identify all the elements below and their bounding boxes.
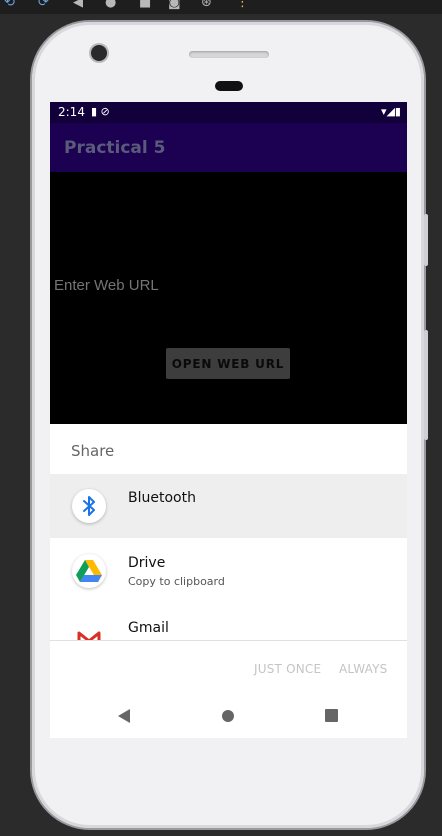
status-bar: 2:14 ▮ ⊘ ▾◢▮ xyxy=(50,102,407,123)
navigation-bar xyxy=(50,694,407,738)
open-web-url-button[interactable]: OPEN WEB URL xyxy=(166,348,290,379)
status-time: 2:14 xyxy=(58,105,85,119)
share-item-label: Bluetooth xyxy=(128,490,196,506)
main-content: OPEN WEB URL xyxy=(50,172,407,424)
back-icon[interactable]: ◀ xyxy=(73,0,83,10)
share-sheet: Share Bluetooth Drive Copy to clipboard xyxy=(50,424,407,738)
volume-button[interactable] xyxy=(424,214,428,266)
url-input[interactable] xyxy=(54,277,253,294)
rotate-right-icon[interactable]: ⟳ xyxy=(38,0,49,10)
rotate-left-icon[interactable]: ⟲ xyxy=(4,0,15,10)
share-item-sublabel: Copy to clipboard xyxy=(128,575,225,588)
share-item-gmail[interactable]: Gmail xyxy=(50,602,407,640)
share-item-bluetooth[interactable]: Bluetooth xyxy=(50,474,407,538)
more-icon[interactable]: ⋮ xyxy=(236,0,249,10)
share-item-label: Drive xyxy=(128,555,166,571)
front-camera xyxy=(91,45,107,61)
nav-recents-icon[interactable] xyxy=(325,709,338,722)
nav-home-icon[interactable] xyxy=(221,709,235,723)
nav-back-icon[interactable] xyxy=(117,709,131,723)
bluetooth-icon xyxy=(72,489,106,523)
power-button[interactable] xyxy=(424,330,428,440)
google-drive-icon xyxy=(72,554,106,588)
app-bar: Practical 5 xyxy=(50,123,407,172)
share-item-drive[interactable]: Drive Copy to clipboard xyxy=(50,538,407,602)
earpiece-speaker xyxy=(189,51,269,58)
gmail-icon xyxy=(72,622,106,640)
just-once-button[interactable]: JUST ONCE xyxy=(254,662,321,676)
divider xyxy=(50,640,407,641)
overview-icon[interactable]: ■ xyxy=(139,0,151,10)
share-item-label: Gmail xyxy=(128,620,169,636)
home-icon[interactable]: ● xyxy=(105,0,116,10)
device-screen: 2:14 ▮ ⊘ ▾◢▮ Practical 5 OPEN WEB URL Sh… xyxy=(50,102,407,738)
always-button[interactable]: ALWAYS xyxy=(339,662,387,676)
signal-battery-icon: ▾◢▮ xyxy=(380,105,401,118)
share-sheet-title: Share xyxy=(71,442,115,460)
zoom-icon[interactable]: ⊛ xyxy=(201,0,212,10)
emulator-toolbar: ⟲ ⟳ ◀ ● ■ ◙ ⊛ ⋮ xyxy=(0,0,442,14)
proximity-sensor xyxy=(215,81,243,91)
sd-card-icon: ▮ ⊘ xyxy=(91,105,110,118)
screenshot-icon[interactable]: ◙ xyxy=(168,0,181,10)
app-title: Practical 5 xyxy=(64,138,166,158)
